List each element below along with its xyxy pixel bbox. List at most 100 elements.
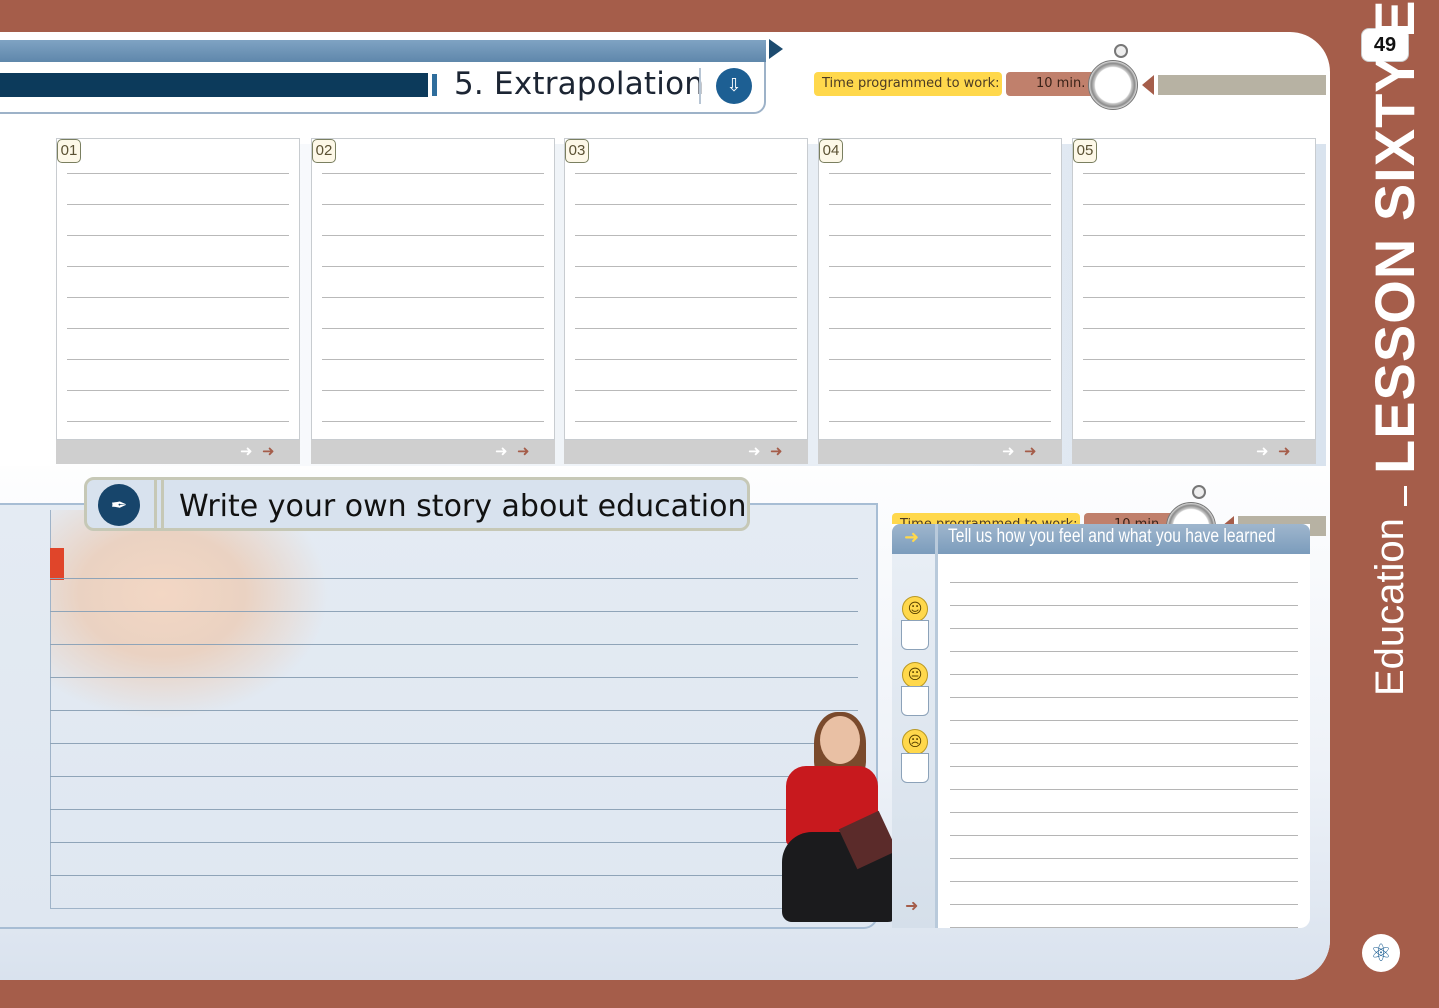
card-number: 01 xyxy=(57,139,81,163)
writing-line xyxy=(829,359,1051,360)
section-title: 5. Extrapolation xyxy=(454,66,705,102)
feelings-writing-line xyxy=(950,789,1298,790)
happy-face-icon: ☺ xyxy=(902,596,928,622)
writing-line xyxy=(829,328,1051,329)
header-arrow-icon xyxy=(769,39,783,59)
story-writing-line xyxy=(50,875,858,876)
card-footer: ➜ ➜ xyxy=(56,440,300,464)
writing-line xyxy=(1083,204,1305,205)
writing-line xyxy=(1083,297,1305,298)
writing-line xyxy=(322,297,544,298)
story-writing-line xyxy=(50,710,858,711)
writing-line xyxy=(67,235,289,236)
writing-line xyxy=(829,297,1051,298)
stopwatch-icon xyxy=(1088,60,1138,110)
answer-card[interactable]: 01 xyxy=(56,138,300,440)
feelings-writing-line xyxy=(950,628,1298,629)
feelings-writing-line xyxy=(950,720,1298,721)
arrow-right-icon: ➜ xyxy=(904,527,920,548)
writing-line xyxy=(322,328,544,329)
feelings-writing-line xyxy=(950,582,1298,583)
story-writing-line xyxy=(50,611,858,612)
answer-card[interactable]: 02 xyxy=(311,138,555,440)
time-track xyxy=(1158,75,1326,95)
arrow-right-icon: ➜ xyxy=(495,442,508,460)
writing-line xyxy=(322,390,544,391)
writing-line xyxy=(575,204,797,205)
story-red-marker xyxy=(50,548,64,580)
feelings-writing-line xyxy=(950,697,1298,698)
answer-card[interactable]: 03 xyxy=(564,138,808,440)
feelings-writing-line xyxy=(950,835,1298,836)
writing-line xyxy=(1083,173,1305,174)
writing-line xyxy=(322,359,544,360)
arrow-right-icon[interactable]: ➜ xyxy=(1278,442,1291,460)
feelings-writing-line xyxy=(950,766,1298,767)
writing-line xyxy=(322,421,544,422)
story-writing-line xyxy=(50,842,858,843)
time-label: Time programmed to work: xyxy=(814,72,1002,96)
atom-head-logo-icon: ⚛ xyxy=(1362,934,1400,972)
writing-line xyxy=(1083,390,1305,391)
story-writing-line xyxy=(50,644,858,645)
card-footer: ➜ ➜ xyxy=(311,440,555,464)
writing-line xyxy=(322,204,544,205)
lesson-title: LESSON SIXTY-EIGHT xyxy=(1363,0,1426,474)
sad-checkbox[interactable] xyxy=(901,753,929,783)
writing-line xyxy=(1083,359,1305,360)
writing-line xyxy=(829,235,1051,236)
card-footer: ➜ ➜ xyxy=(564,440,808,464)
writing-line xyxy=(829,266,1051,267)
writing-line xyxy=(67,266,289,267)
card-number: 02 xyxy=(312,139,336,163)
arrow-right-icon[interactable]: ➜ xyxy=(262,442,275,460)
answer-card[interactable]: 05 xyxy=(1072,138,1316,440)
writing-line xyxy=(1083,235,1305,236)
arrow-right-icon: ➜ xyxy=(240,442,253,460)
happy-checkbox[interactable] xyxy=(901,620,929,650)
writing-line xyxy=(575,390,797,391)
sad-face-icon: ☹ xyxy=(902,729,928,755)
writing-line xyxy=(1083,421,1305,422)
writing-line xyxy=(67,204,289,205)
writing-line xyxy=(575,328,797,329)
story-writing-line xyxy=(50,776,858,777)
feelings-writing-line xyxy=(950,651,1298,652)
feelings-writing-line xyxy=(950,674,1298,675)
writing-line xyxy=(67,390,289,391)
arrow-right-icon[interactable]: ➜ xyxy=(770,442,783,460)
download-document-icon[interactable]: ⇩ xyxy=(716,68,752,104)
pen-nib-icon: ✒ xyxy=(98,484,140,526)
card-number: 04 xyxy=(819,139,843,163)
arrow-up-icon: ➜ xyxy=(905,896,919,915)
story-writing-line xyxy=(50,677,858,678)
header-top-bar xyxy=(0,40,766,62)
time-arrow-icon xyxy=(1142,75,1154,95)
arrow-right-icon: ➜ xyxy=(1002,442,1015,460)
feelings-writing-line xyxy=(950,743,1298,744)
writing-line xyxy=(67,297,289,298)
writing-line xyxy=(575,421,797,422)
arrow-right-icon[interactable]: ➜ xyxy=(517,442,530,460)
arrow-right-icon[interactable]: ➜ xyxy=(1024,442,1037,460)
stopwatch-knob-icon xyxy=(1192,485,1206,499)
card-footer: ➜ ➜ xyxy=(1072,440,1316,464)
writing-line xyxy=(829,173,1051,174)
writing-line xyxy=(575,173,797,174)
feelings-panel xyxy=(892,524,1310,928)
writing-line xyxy=(67,421,289,422)
writing-line xyxy=(322,266,544,267)
story-writing-line xyxy=(50,578,858,579)
header-tick xyxy=(432,74,437,96)
header-separator xyxy=(699,68,701,104)
story-writing-line xyxy=(50,809,858,810)
writing-line xyxy=(67,328,289,329)
card-footer: ➜ ➜ xyxy=(818,440,1062,464)
feelings-writing-line xyxy=(950,605,1298,606)
feelings-writing-line xyxy=(950,904,1298,905)
neutral-checkbox[interactable] xyxy=(901,686,929,716)
answer-card[interactable]: 04 xyxy=(818,138,1062,440)
feelings-writing-line xyxy=(950,881,1298,882)
feelings-writing-line xyxy=(950,812,1298,813)
writing-line xyxy=(1083,328,1305,329)
